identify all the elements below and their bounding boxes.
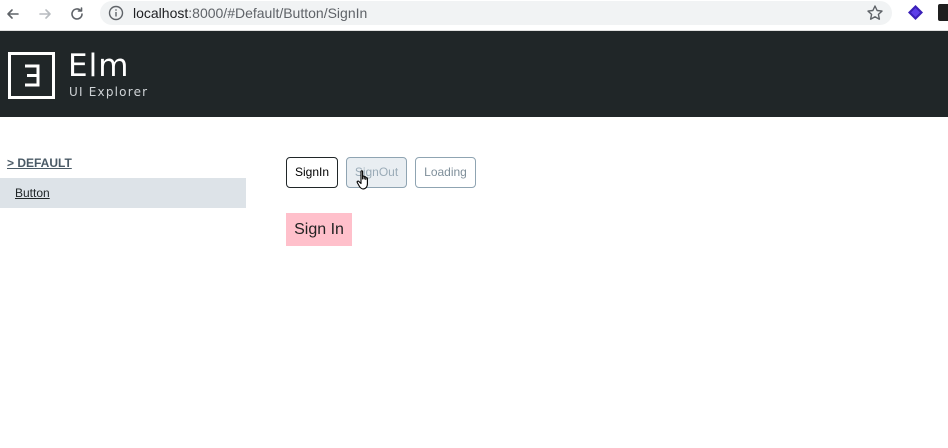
forward-arrow-icon[interactable] [34, 3, 56, 25]
app-header: Elm UI Explorer [0, 31, 948, 117]
sign-in-button[interactable]: Sign In [286, 213, 352, 246]
back-arrow-icon[interactable] [2, 3, 24, 25]
address-bar[interactable]: localhost:8000/#Default/Button/SignIn [100, 1, 892, 25]
sidebar-item-button[interactable]: Button [0, 178, 246, 208]
sidebar: > DEFAULT Button [0, 117, 246, 448]
reload-icon[interactable] [66, 3, 88, 25]
extension-icon[interactable] [907, 4, 924, 21]
tab-signin[interactable]: SignIn [286, 157, 338, 188]
url-text[interactable]: localhost:8000/#Default/Button/SignIn [133, 5, 367, 21]
sidebar-section-default[interactable]: > DEFAULT [7, 156, 72, 170]
tab-loading[interactable]: Loading [415, 157, 476, 188]
logo-subtitle: UI Explorer [69, 85, 149, 99]
bookmark-star-icon[interactable] [866, 4, 884, 22]
browser-toolbar: localhost:8000/#Default/Button/SignIn [0, 0, 948, 31]
hand-cursor-icon [356, 170, 368, 190]
elm-logo-icon [8, 52, 55, 99]
sidebar-item-label: Button [15, 186, 50, 200]
info-icon[interactable] [108, 5, 124, 21]
logo-title: Elm [68, 48, 130, 84]
extension-2-icon[interactable] [938, 4, 948, 21]
